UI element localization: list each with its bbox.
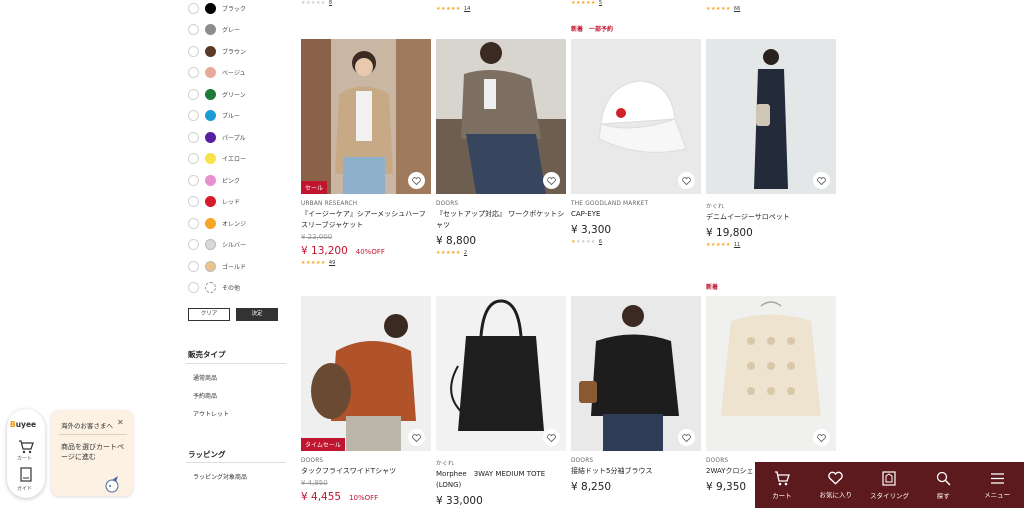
- discount-rate: 10%OFF: [349, 494, 379, 502]
- rating[interactable]: ★★★★★ 11: [706, 242, 836, 248]
- brand-name[interactable]: URBAN RESEARCH: [301, 201, 431, 207]
- price: ¥ 19,800: [706, 227, 753, 239]
- product-card[interactable]: セール URBAN RESEARCH 『イージーケア』シアーメッシュハーフスリー…: [301, 39, 431, 266]
- new-badge: 新着 一部予約: [571, 26, 614, 33]
- heart-icon: [817, 433, 826, 442]
- nav-label: 探す: [936, 491, 950, 500]
- buyee-logo: Buyee: [10, 420, 37, 429]
- original-price: ¥ 22,000: [301, 233, 333, 241]
- price: ¥ 4,455 10%OFF: [301, 491, 379, 503]
- nav-label: お気に入り: [819, 491, 852, 499]
- product-image[interactable]: [436, 296, 566, 451]
- menu-icon: [990, 472, 1004, 484]
- brand-name[interactable]: かぐれ: [436, 458, 566, 467]
- divider: [59, 434, 127, 435]
- product-card[interactable]: DOORS 接結ドット5分袖ブラウス ¥ 8,250: [571, 296, 701, 493]
- brand-name[interactable]: DOORS: [436, 201, 566, 207]
- favorite-button[interactable]: [543, 172, 560, 189]
- favorite-button[interactable]: [678, 429, 695, 446]
- product-card[interactable]: かぐれ Morphee 3WAY MEDIUM TOTE (LONG) ¥ 33…: [436, 296, 566, 507]
- nav-search[interactable]: 探す: [917, 471, 970, 500]
- guide-icon[interactable]: [20, 467, 32, 486]
- product-name[interactable]: デニムイージーサロペット: [706, 212, 836, 223]
- favorite-button[interactable]: [543, 429, 560, 446]
- discount-rate: 40%OFF: [355, 248, 385, 256]
- product-image[interactable]: タイムセール: [301, 296, 431, 451]
- product-image[interactable]: セール: [301, 39, 431, 194]
- nav-label: カート: [772, 491, 792, 500]
- product-name[interactable]: 『セットアップ対応』 ワークポケットシャツ: [436, 209, 566, 231]
- heart-icon: [547, 176, 556, 185]
- brand-name[interactable]: THE GOODLAND MARKET: [571, 201, 701, 207]
- favorite-button[interactable]: [813, 429, 830, 446]
- nav-cart[interactable]: カート: [755, 470, 808, 500]
- product-image[interactable]: [571, 39, 701, 194]
- bubble-title: 海外のお客さまへ: [61, 422, 113, 430]
- search-icon: [936, 471, 951, 485]
- rating: ★★★★★ 5: [571, 0, 603, 6]
- new-badge: 新着: [706, 284, 719, 291]
- rating: ★★★★★ 8: [301, 0, 333, 6]
- heart-icon: [412, 176, 421, 185]
- original-price: ¥ 4,950: [301, 479, 328, 487]
- heart-icon: [682, 433, 691, 442]
- product-name[interactable]: Morphee 3WAY MEDIUM TOTE (LONG): [436, 469, 566, 491]
- nav-favorites[interactable]: お気に入り: [809, 471, 862, 499]
- nav-label: スタイリング: [869, 491, 909, 500]
- favorite-button[interactable]: [408, 429, 425, 446]
- brand-name[interactable]: DOORS: [571, 458, 701, 464]
- brand-name[interactable]: かぐれ: [706, 201, 836, 210]
- buyee-widget[interactable]: Buyee カート ガイド: [7, 409, 45, 498]
- favorite-button[interactable]: [678, 172, 695, 189]
- cart-icon: [774, 470, 790, 485]
- price: ¥ 3,300: [571, 224, 612, 236]
- product-name[interactable]: タックフライスワイドTシャツ: [301, 466, 431, 477]
- price: ¥ 13,200 40%OFF: [301, 245, 385, 257]
- favorite-button[interactable]: [408, 172, 425, 189]
- favorite-button[interactable]: [813, 172, 830, 189]
- heart-icon: [828, 471, 843, 485]
- product-card[interactable]: THE GOODLAND MARKET CAP-EYE ¥ 3,300 ★★★★…: [571, 39, 701, 245]
- heart-icon: [817, 176, 826, 185]
- nav-menu[interactable]: メニュー: [971, 472, 1024, 499]
- airplane-illustration-icon: [102, 474, 126, 498]
- product-image[interactable]: [706, 296, 836, 451]
- rating[interactable]: ★★★★★ 2: [436, 250, 566, 256]
- nav-styling[interactable]: スタイリング: [863, 470, 916, 500]
- rating: ★★★★★ 14: [436, 6, 471, 12]
- price: ¥ 8,250: [571, 481, 612, 493]
- product-name[interactable]: CAP-EYE: [571, 209, 701, 220]
- rating[interactable]: ★★★★★ 6: [571, 239, 701, 245]
- product-image[interactable]: [706, 39, 836, 194]
- styling-icon: [882, 470, 897, 486]
- product-name[interactable]: 『イージーケア』シアーメッシュハーフスリーブジャケット: [301, 209, 431, 231]
- heart-icon: [412, 433, 421, 442]
- bottom-nav: カート お気に入り スタイリング 探す メニュー: [755, 462, 1024, 508]
- heart-icon: [682, 176, 691, 185]
- product-card[interactable]: タイムセール DOORS タックフライスワイドTシャツ ¥ 4,950 ¥ 4,…: [301, 296, 431, 503]
- close-icon[interactable]: ✕: [117, 418, 124, 427]
- page: ブラック グレー ブラウン ベージュ グリーン ブルー パープル イエロー ピン…: [0, 0, 1024, 508]
- product-image[interactable]: [571, 296, 701, 451]
- heart-icon: [547, 433, 556, 442]
- rating: ★★★★★ 66: [706, 6, 741, 12]
- price: ¥ 8,800: [436, 235, 477, 247]
- sale-tag: タイムセール: [301, 438, 345, 451]
- buyee-guide-label[interactable]: ガイド: [17, 485, 32, 492]
- bubble-message[interactable]: 商品を選びカートページに進む: [61, 442, 127, 462]
- product-card[interactable]: DOORS 『セットアップ対応』 ワークポケットシャツ ¥ 8,800 ★★★★…: [436, 39, 566, 256]
- rating[interactable]: ★★★★★ 49: [301, 260, 431, 266]
- product-image[interactable]: [436, 39, 566, 194]
- sale-tag: セール: [301, 181, 328, 194]
- nav-label: メニュー: [984, 490, 1011, 499]
- product-grid: ★★★★★ 8 ★★★★★ 14 ★★★★★ 5 ★★★★★ 66 新着 一部予約: [0, 0, 1024, 508]
- brand-name[interactable]: DOORS: [301, 458, 431, 464]
- product-name[interactable]: 接結ドット5分袖ブラウス: [571, 466, 701, 477]
- buyee-cart-label[interactable]: カート: [17, 455, 32, 462]
- product-card[interactable]: かぐれ デニムイージーサロペット ¥ 19,800 ★★★★★ 11: [706, 39, 836, 248]
- price: ¥ 33,000: [436, 495, 483, 507]
